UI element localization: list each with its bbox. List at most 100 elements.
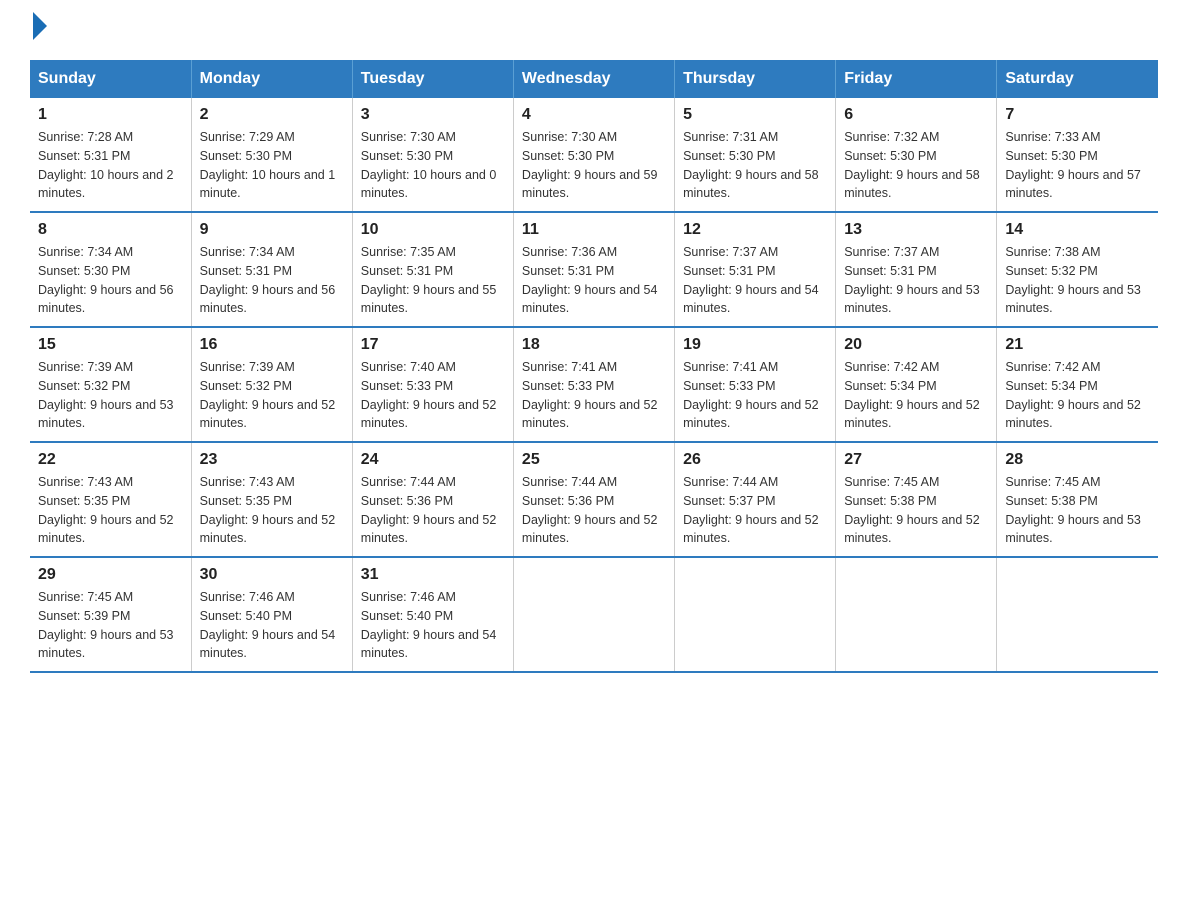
- day-info: Sunrise: 7:31 AM Sunset: 5:30 PM Dayligh…: [683, 128, 827, 203]
- day-info: Sunrise: 7:41 AM Sunset: 5:33 PM Dayligh…: [522, 358, 666, 433]
- calendar-week-row: 1 Sunrise: 7:28 AM Sunset: 5:31 PM Dayli…: [30, 98, 1158, 212]
- day-number: 17: [361, 336, 505, 354]
- day-number: 11: [522, 221, 666, 239]
- calendar-cell: 30 Sunrise: 7:46 AM Sunset: 5:40 PM Dayl…: [191, 557, 352, 672]
- calendar-cell: 31 Sunrise: 7:46 AM Sunset: 5:40 PM Dayl…: [352, 557, 513, 672]
- calendar-cell: 5 Sunrise: 7:31 AM Sunset: 5:30 PM Dayli…: [675, 98, 836, 212]
- day-number: 29: [38, 566, 183, 584]
- day-number: 26: [683, 451, 827, 469]
- day-info: Sunrise: 7:46 AM Sunset: 5:40 PM Dayligh…: [200, 588, 344, 663]
- calendar-week-row: 29 Sunrise: 7:45 AM Sunset: 5:39 PM Dayl…: [30, 557, 1158, 672]
- calendar-cell: 12 Sunrise: 7:37 AM Sunset: 5:31 PM Dayl…: [675, 212, 836, 327]
- calendar-cell: 21 Sunrise: 7:42 AM Sunset: 5:34 PM Dayl…: [997, 327, 1158, 442]
- day-number: 2: [200, 106, 344, 124]
- page-header: [30, 20, 1158, 40]
- calendar-cell: 28 Sunrise: 7:45 AM Sunset: 5:38 PM Dayl…: [997, 442, 1158, 557]
- day-info: Sunrise: 7:45 AM Sunset: 5:38 PM Dayligh…: [1005, 473, 1150, 548]
- day-info: Sunrise: 7:46 AM Sunset: 5:40 PM Dayligh…: [361, 588, 505, 663]
- day-number: 5: [683, 106, 827, 124]
- day-number: 21: [1005, 336, 1150, 354]
- day-number: 23: [200, 451, 344, 469]
- day-info: Sunrise: 7:44 AM Sunset: 5:36 PM Dayligh…: [522, 473, 666, 548]
- calendar-cell: 8 Sunrise: 7:34 AM Sunset: 5:30 PM Dayli…: [30, 212, 191, 327]
- calendar-cell: 6 Sunrise: 7:32 AM Sunset: 5:30 PM Dayli…: [836, 98, 997, 212]
- day-info: Sunrise: 7:38 AM Sunset: 5:32 PM Dayligh…: [1005, 243, 1150, 318]
- day-number: 31: [361, 566, 505, 584]
- day-info: Sunrise: 7:44 AM Sunset: 5:37 PM Dayligh…: [683, 473, 827, 548]
- calendar-cell: 7 Sunrise: 7:33 AM Sunset: 5:30 PM Dayli…: [997, 98, 1158, 212]
- day-info: Sunrise: 7:39 AM Sunset: 5:32 PM Dayligh…: [38, 358, 183, 433]
- day-info: Sunrise: 7:37 AM Sunset: 5:31 PM Dayligh…: [683, 243, 827, 318]
- day-info: Sunrise: 7:43 AM Sunset: 5:35 PM Dayligh…: [38, 473, 183, 548]
- weekday-header-tuesday: Tuesday: [352, 60, 513, 98]
- day-number: 10: [361, 221, 505, 239]
- day-number: 20: [844, 336, 988, 354]
- day-number: 22: [38, 451, 183, 469]
- day-info: Sunrise: 7:28 AM Sunset: 5:31 PM Dayligh…: [38, 128, 183, 203]
- weekday-header-wednesday: Wednesday: [513, 60, 674, 98]
- day-number: 12: [683, 221, 827, 239]
- calendar-cell: 14 Sunrise: 7:38 AM Sunset: 5:32 PM Dayl…: [997, 212, 1158, 327]
- calendar-cell: 11 Sunrise: 7:36 AM Sunset: 5:31 PM Dayl…: [513, 212, 674, 327]
- day-info: Sunrise: 7:42 AM Sunset: 5:34 PM Dayligh…: [844, 358, 988, 433]
- calendar-cell: 15 Sunrise: 7:39 AM Sunset: 5:32 PM Dayl…: [30, 327, 191, 442]
- day-info: Sunrise: 7:34 AM Sunset: 5:30 PM Dayligh…: [38, 243, 183, 318]
- day-info: Sunrise: 7:35 AM Sunset: 5:31 PM Dayligh…: [361, 243, 505, 318]
- weekday-header-friday: Friday: [836, 60, 997, 98]
- calendar-cell: 23 Sunrise: 7:43 AM Sunset: 5:35 PM Dayl…: [191, 442, 352, 557]
- day-info: Sunrise: 7:34 AM Sunset: 5:31 PM Dayligh…: [200, 243, 344, 318]
- day-info: Sunrise: 7:42 AM Sunset: 5:34 PM Dayligh…: [1005, 358, 1150, 433]
- day-info: Sunrise: 7:36 AM Sunset: 5:31 PM Dayligh…: [522, 243, 666, 318]
- weekday-header-monday: Monday: [191, 60, 352, 98]
- day-number: 4: [522, 106, 666, 124]
- day-info: Sunrise: 7:29 AM Sunset: 5:30 PM Dayligh…: [200, 128, 344, 203]
- calendar-cell: 17 Sunrise: 7:40 AM Sunset: 5:33 PM Dayl…: [352, 327, 513, 442]
- day-info: Sunrise: 7:45 AM Sunset: 5:39 PM Dayligh…: [38, 588, 183, 663]
- calendar-cell: 26 Sunrise: 7:44 AM Sunset: 5:37 PM Dayl…: [675, 442, 836, 557]
- day-number: 28: [1005, 451, 1150, 469]
- day-number: 13: [844, 221, 988, 239]
- weekday-header-row: SundayMondayTuesdayWednesdayThursdayFrid…: [30, 60, 1158, 98]
- day-number: 24: [361, 451, 505, 469]
- day-info: Sunrise: 7:40 AM Sunset: 5:33 PM Dayligh…: [361, 358, 505, 433]
- day-number: 16: [200, 336, 344, 354]
- day-number: 15: [38, 336, 183, 354]
- calendar-cell: [675, 557, 836, 672]
- day-number: 18: [522, 336, 666, 354]
- day-number: 1: [38, 106, 183, 124]
- weekday-header-thursday: Thursday: [675, 60, 836, 98]
- day-info: Sunrise: 7:30 AM Sunset: 5:30 PM Dayligh…: [361, 128, 505, 203]
- day-info: Sunrise: 7:33 AM Sunset: 5:30 PM Dayligh…: [1005, 128, 1150, 203]
- logo: [30, 20, 47, 40]
- calendar-cell: 3 Sunrise: 7:30 AM Sunset: 5:30 PM Dayli…: [352, 98, 513, 212]
- logo-arrow-icon: [33, 12, 47, 40]
- day-info: Sunrise: 7:44 AM Sunset: 5:36 PM Dayligh…: [361, 473, 505, 548]
- day-info: Sunrise: 7:45 AM Sunset: 5:38 PM Dayligh…: [844, 473, 988, 548]
- day-info: Sunrise: 7:43 AM Sunset: 5:35 PM Dayligh…: [200, 473, 344, 548]
- day-info: Sunrise: 7:37 AM Sunset: 5:31 PM Dayligh…: [844, 243, 988, 318]
- calendar-cell: 20 Sunrise: 7:42 AM Sunset: 5:34 PM Dayl…: [836, 327, 997, 442]
- calendar-cell: [836, 557, 997, 672]
- calendar-cell: 4 Sunrise: 7:30 AM Sunset: 5:30 PM Dayli…: [513, 98, 674, 212]
- calendar-cell: 10 Sunrise: 7:35 AM Sunset: 5:31 PM Dayl…: [352, 212, 513, 327]
- calendar-cell: 13 Sunrise: 7:37 AM Sunset: 5:31 PM Dayl…: [836, 212, 997, 327]
- day-info: Sunrise: 7:32 AM Sunset: 5:30 PM Dayligh…: [844, 128, 988, 203]
- day-number: 27: [844, 451, 988, 469]
- calendar-cell: 22 Sunrise: 7:43 AM Sunset: 5:35 PM Dayl…: [30, 442, 191, 557]
- calendar-table: SundayMondayTuesdayWednesdayThursdayFrid…: [30, 60, 1158, 673]
- calendar-cell: [997, 557, 1158, 672]
- day-number: 6: [844, 106, 988, 124]
- calendar-cell: 18 Sunrise: 7:41 AM Sunset: 5:33 PM Dayl…: [513, 327, 674, 442]
- day-number: 14: [1005, 221, 1150, 239]
- calendar-cell: 24 Sunrise: 7:44 AM Sunset: 5:36 PM Dayl…: [352, 442, 513, 557]
- weekday-header-sunday: Sunday: [30, 60, 191, 98]
- day-number: 9: [200, 221, 344, 239]
- calendar-week-row: 15 Sunrise: 7:39 AM Sunset: 5:32 PM Dayl…: [30, 327, 1158, 442]
- day-info: Sunrise: 7:30 AM Sunset: 5:30 PM Dayligh…: [522, 128, 666, 203]
- weekday-header-saturday: Saturday: [997, 60, 1158, 98]
- day-number: 3: [361, 106, 505, 124]
- day-number: 8: [38, 221, 183, 239]
- calendar-cell: 16 Sunrise: 7:39 AM Sunset: 5:32 PM Dayl…: [191, 327, 352, 442]
- day-info: Sunrise: 7:41 AM Sunset: 5:33 PM Dayligh…: [683, 358, 827, 433]
- calendar-week-row: 22 Sunrise: 7:43 AM Sunset: 5:35 PM Dayl…: [30, 442, 1158, 557]
